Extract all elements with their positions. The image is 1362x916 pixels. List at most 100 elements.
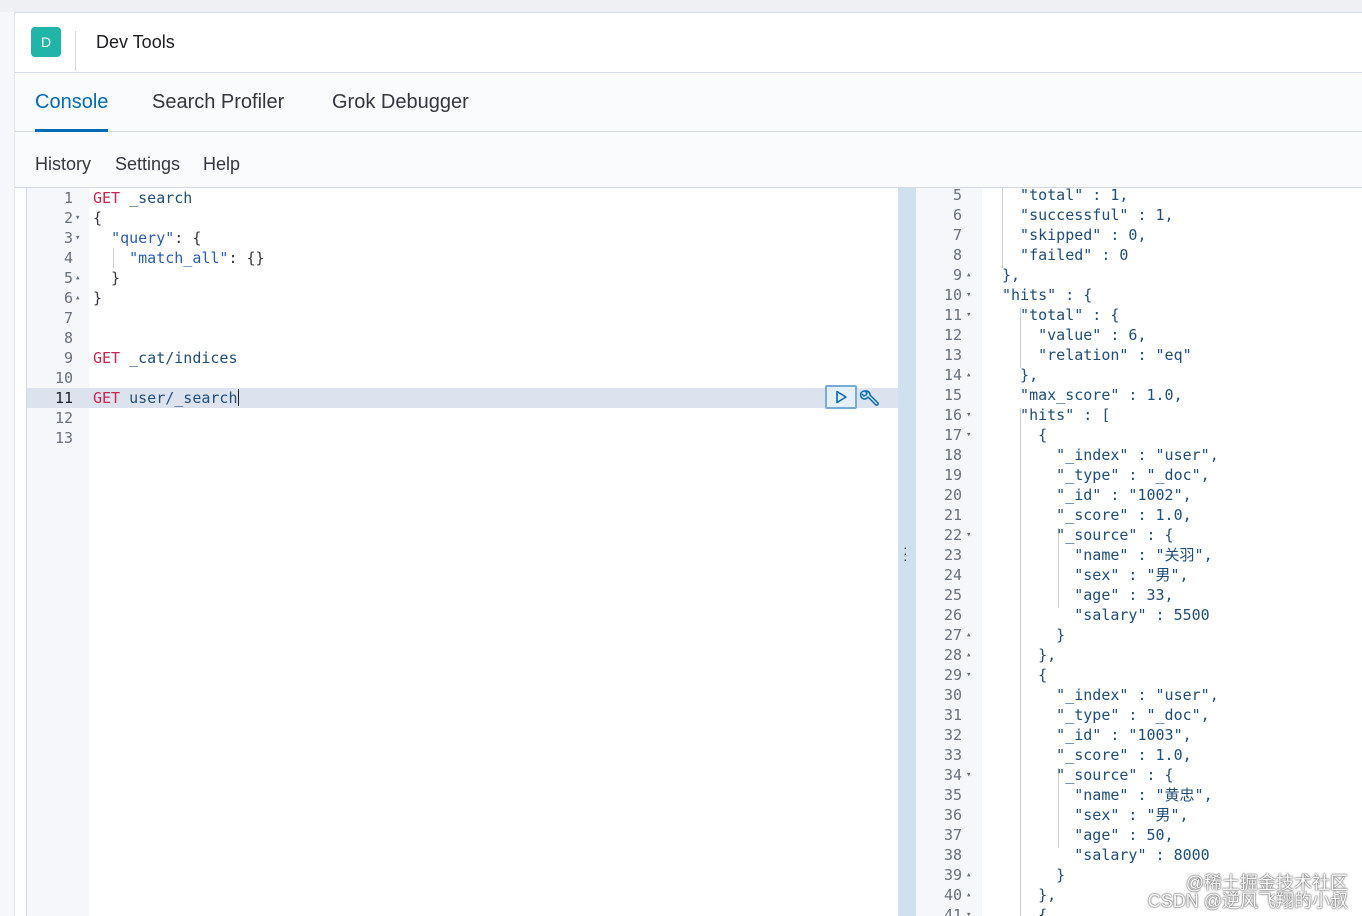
fold-toggle-icon[interactable]: ▴ xyxy=(966,625,976,645)
json-text: "age" : 33, xyxy=(1002,586,1174,604)
response-line: 19 "_type" : "_doc", xyxy=(916,465,1362,485)
request-line[interactable]: 8 xyxy=(27,328,899,348)
line-number: 16 xyxy=(943,406,962,424)
request-line[interactable]: 5 ▴ } xyxy=(27,268,899,288)
request-line[interactable]: 4 "match_all": {} xyxy=(27,248,899,268)
request-editor[interactable]: 1 GET _search 2 ▾{3 ▾ "query": {4 "match_all… xyxy=(26,188,899,916)
fold-toggle-icon[interactable]: ▴ xyxy=(966,365,976,385)
send-request-button[interactable] xyxy=(825,385,857,409)
response-line: 6 "successful" : 1, xyxy=(916,205,1362,225)
line-number: 5 xyxy=(952,188,962,204)
code-text: { xyxy=(93,209,103,227)
response-line: 5 "total" : 1, xyxy=(916,188,1362,205)
json-text: "_id" : "1002", xyxy=(1002,486,1192,504)
request-line[interactable]: 3 ▾ "query": { xyxy=(27,228,899,248)
fold-toggle-icon[interactable]: ▾ xyxy=(966,525,976,545)
line-number: 13 xyxy=(943,346,962,364)
line-number: 30 xyxy=(943,686,962,704)
line-number: 9 xyxy=(63,349,73,367)
request-line[interactable]: 9 GET _cat/indices xyxy=(27,348,899,368)
line-number: 36 xyxy=(943,806,962,824)
fold-toggle-icon[interactable]: ▾ xyxy=(966,405,976,425)
fold-toggle-icon[interactable]: ▾ xyxy=(966,285,976,305)
app-header: D Dev Tools xyxy=(15,13,1362,73)
response-line: 18 "_index" : "user", xyxy=(916,445,1362,465)
line-number: 27 xyxy=(943,626,962,644)
line-number: 4 xyxy=(63,249,73,267)
fold-toggle-icon[interactable]: ▾ xyxy=(966,765,976,785)
response-line: 10 ▾ "hits" : { xyxy=(916,285,1362,305)
code-text: } xyxy=(93,289,103,307)
fold-toggle-icon[interactable]: ▴ xyxy=(966,265,976,285)
code-text: GET user/_search xyxy=(93,389,239,407)
response-line: 22 ▾ "_source" : { xyxy=(916,525,1362,545)
fold-toggle-icon[interactable]: ▾ xyxy=(966,665,976,685)
fold-toggle-icon[interactable]: ▾ xyxy=(75,228,85,248)
fold-toggle-icon[interactable]: ▴ xyxy=(75,288,85,308)
json-text: "value" : 6, xyxy=(1002,326,1147,344)
request-options-wrench-icon[interactable] xyxy=(859,388,881,410)
json-text: }, xyxy=(1002,266,1021,284)
response-line: 9 ▴}, xyxy=(916,265,1362,285)
panel-resizer[interactable]: · · · xyxy=(898,188,916,916)
request-line[interactable]: 2 ▾ { xyxy=(27,208,899,228)
line-number: 26 xyxy=(943,606,962,624)
tab-console[interactable]: Console xyxy=(35,73,109,132)
code-text: "match_all": {} xyxy=(129,249,265,267)
json-text: }, xyxy=(1002,886,1057,904)
json-text: } xyxy=(1002,866,1066,884)
fold-toggle-icon[interactable]: ▴ xyxy=(75,268,85,288)
history-link[interactable]: History xyxy=(35,154,91,175)
request-line[interactable]: 6 ▴} xyxy=(27,288,899,308)
response-line: 30 "_index" : "user", xyxy=(916,685,1362,705)
fold-toggle-icon[interactable]: ▴ xyxy=(966,645,976,665)
play-icon xyxy=(836,390,847,404)
response-line: 8 "failed" : 0 xyxy=(916,245,1362,265)
tab-grok-debugger[interactable]: Grok Debugger xyxy=(332,73,469,131)
fold-toggle-icon[interactable]: ▾ xyxy=(966,905,976,916)
response-output[interactable]: 5 "total" : 1, 6 "successful" : 1, 7 "skip… xyxy=(916,188,1362,916)
response-line: 26 "salary" : 5500 xyxy=(916,605,1362,625)
response-line: 21 "_score" : 1.0, xyxy=(916,505,1362,525)
json-text: "relation" : "eq" xyxy=(1002,346,1192,364)
response-line: 29 ▾ { xyxy=(916,665,1362,685)
json-text: "age" : 50, xyxy=(1002,826,1174,844)
response-line: 37 "age" : 50, xyxy=(916,825,1362,845)
line-number: 13 xyxy=(54,429,73,447)
fold-toggle-icon[interactable]: ▾ xyxy=(75,208,85,228)
response-line: 25 "age" : 33, xyxy=(916,585,1362,605)
response-line: 20 "_id" : "1002", xyxy=(916,485,1362,505)
line-number: 33 xyxy=(943,746,962,764)
response-line: 33 "_score" : 1.0, xyxy=(916,745,1362,765)
request-line[interactable]: 7 xyxy=(27,308,899,328)
request-line[interactable]: 13 xyxy=(27,428,899,448)
request-line[interactable]: 1 GET _search xyxy=(27,188,899,208)
fold-toggle-icon[interactable]: ▴ xyxy=(966,865,976,885)
json-text: "_source" : { xyxy=(1002,766,1174,784)
line-number: 25 xyxy=(943,586,962,604)
line-number: 1 xyxy=(63,189,73,207)
json-text: "_index" : "user", xyxy=(1002,446,1219,464)
fold-toggle-icon[interactable]: ▾ xyxy=(966,305,976,325)
response-line: 31 "_type" : "_doc", xyxy=(916,705,1362,725)
fold-toggle-icon[interactable]: ▴ xyxy=(966,885,976,905)
help-link[interactable]: Help xyxy=(203,154,240,175)
tab-search-profiler[interactable]: Search Profiler xyxy=(152,73,284,131)
fold-toggle-icon[interactable]: ▾ xyxy=(966,425,976,445)
json-text: "_score" : 1.0, xyxy=(1002,506,1192,524)
code-text: GET _cat/indices xyxy=(93,349,238,367)
line-number: 32 xyxy=(943,726,962,744)
page-title: Dev Tools xyxy=(96,32,175,52)
line-number: 10 xyxy=(943,286,962,304)
settings-link[interactable]: Settings xyxy=(115,154,180,175)
request-line[interactable]: 11 GET user/_search xyxy=(27,388,899,408)
request-line[interactable]: 10 xyxy=(27,368,899,388)
line-number: 19 xyxy=(943,466,962,484)
app-avatar[interactable]: D xyxy=(31,27,61,57)
line-number: 5 xyxy=(63,269,73,287)
request-line[interactable]: 12 xyxy=(27,408,899,428)
response-line: 12 "value" : 6, xyxy=(916,325,1362,345)
response-line: 17 ▾ { xyxy=(916,425,1362,445)
json-text: } xyxy=(1002,626,1066,644)
response-line: 16 ▾ "hits" : [ xyxy=(916,405,1362,425)
